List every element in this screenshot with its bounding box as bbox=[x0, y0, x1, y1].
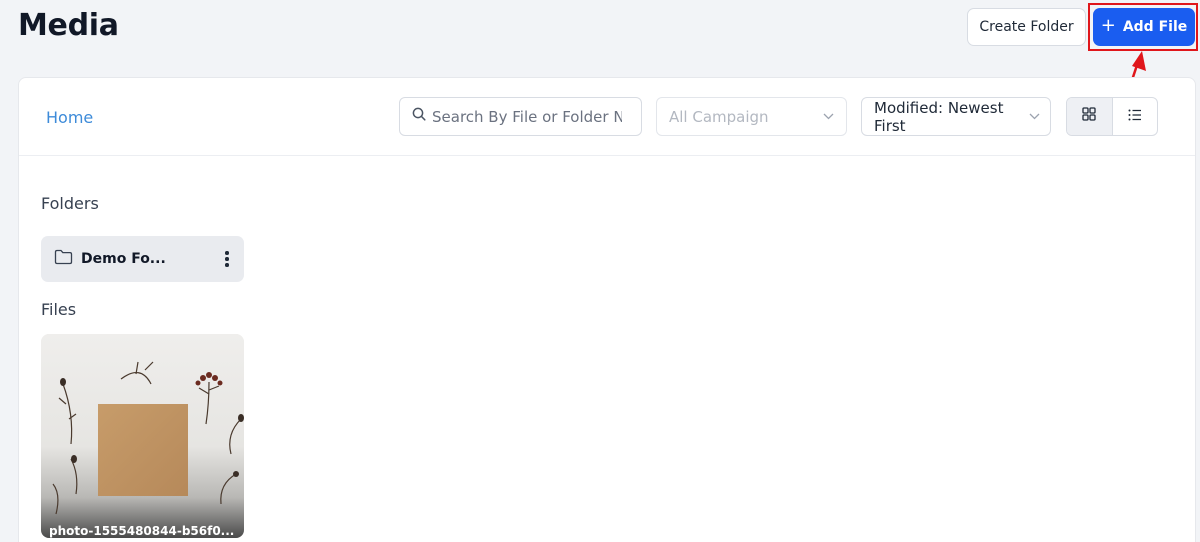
grid-view-button[interactable] bbox=[1067, 98, 1113, 135]
sort-select-value: Modified: Newest First bbox=[874, 98, 1004, 135]
more-options-icon[interactable] bbox=[224, 251, 230, 267]
campaign-select[interactable]: All Campaign bbox=[656, 97, 847, 136]
folder-item[interactable]: Demo Fo... bbox=[41, 236, 244, 282]
breadcrumb-home[interactable]: Home bbox=[46, 108, 93, 127]
chevron-down-icon bbox=[823, 110, 834, 123]
media-panel: Home All Campaign Modified: Newest First bbox=[18, 77, 1196, 542]
file-name: photo-1555480844-b56f0... bbox=[49, 524, 235, 538]
campaign-select-placeholder: All Campaign bbox=[669, 107, 769, 126]
search-box[interactable] bbox=[399, 97, 642, 136]
create-folder-label: Create Folder bbox=[979, 19, 1074, 35]
grid-icon bbox=[1082, 107, 1096, 126]
list-view-button[interactable] bbox=[1113, 98, 1158, 135]
view-toggle bbox=[1066, 97, 1158, 136]
create-folder-button[interactable]: Create Folder bbox=[967, 8, 1086, 46]
folder-icon bbox=[54, 249, 73, 270]
annotation-highlight-box bbox=[1088, 3, 1198, 51]
chevron-down-icon bbox=[1029, 110, 1040, 123]
media-toolbar: Home All Campaign Modified: Newest First bbox=[19, 78, 1195, 156]
search-input[interactable] bbox=[432, 107, 622, 126]
file-thumbnail bbox=[41, 334, 244, 538]
folders-heading: Folders bbox=[41, 194, 99, 213]
file-item[interactable]: photo-1555480844-b56f0... bbox=[41, 334, 244, 538]
search-icon bbox=[412, 107, 426, 126]
files-heading: Files bbox=[41, 300, 77, 319]
page-title: Media bbox=[18, 8, 119, 43]
folder-name: Demo Fo... bbox=[81, 251, 166, 267]
list-icon bbox=[1128, 108, 1142, 126]
sort-select[interactable]: Modified: Newest First bbox=[861, 97, 1051, 136]
